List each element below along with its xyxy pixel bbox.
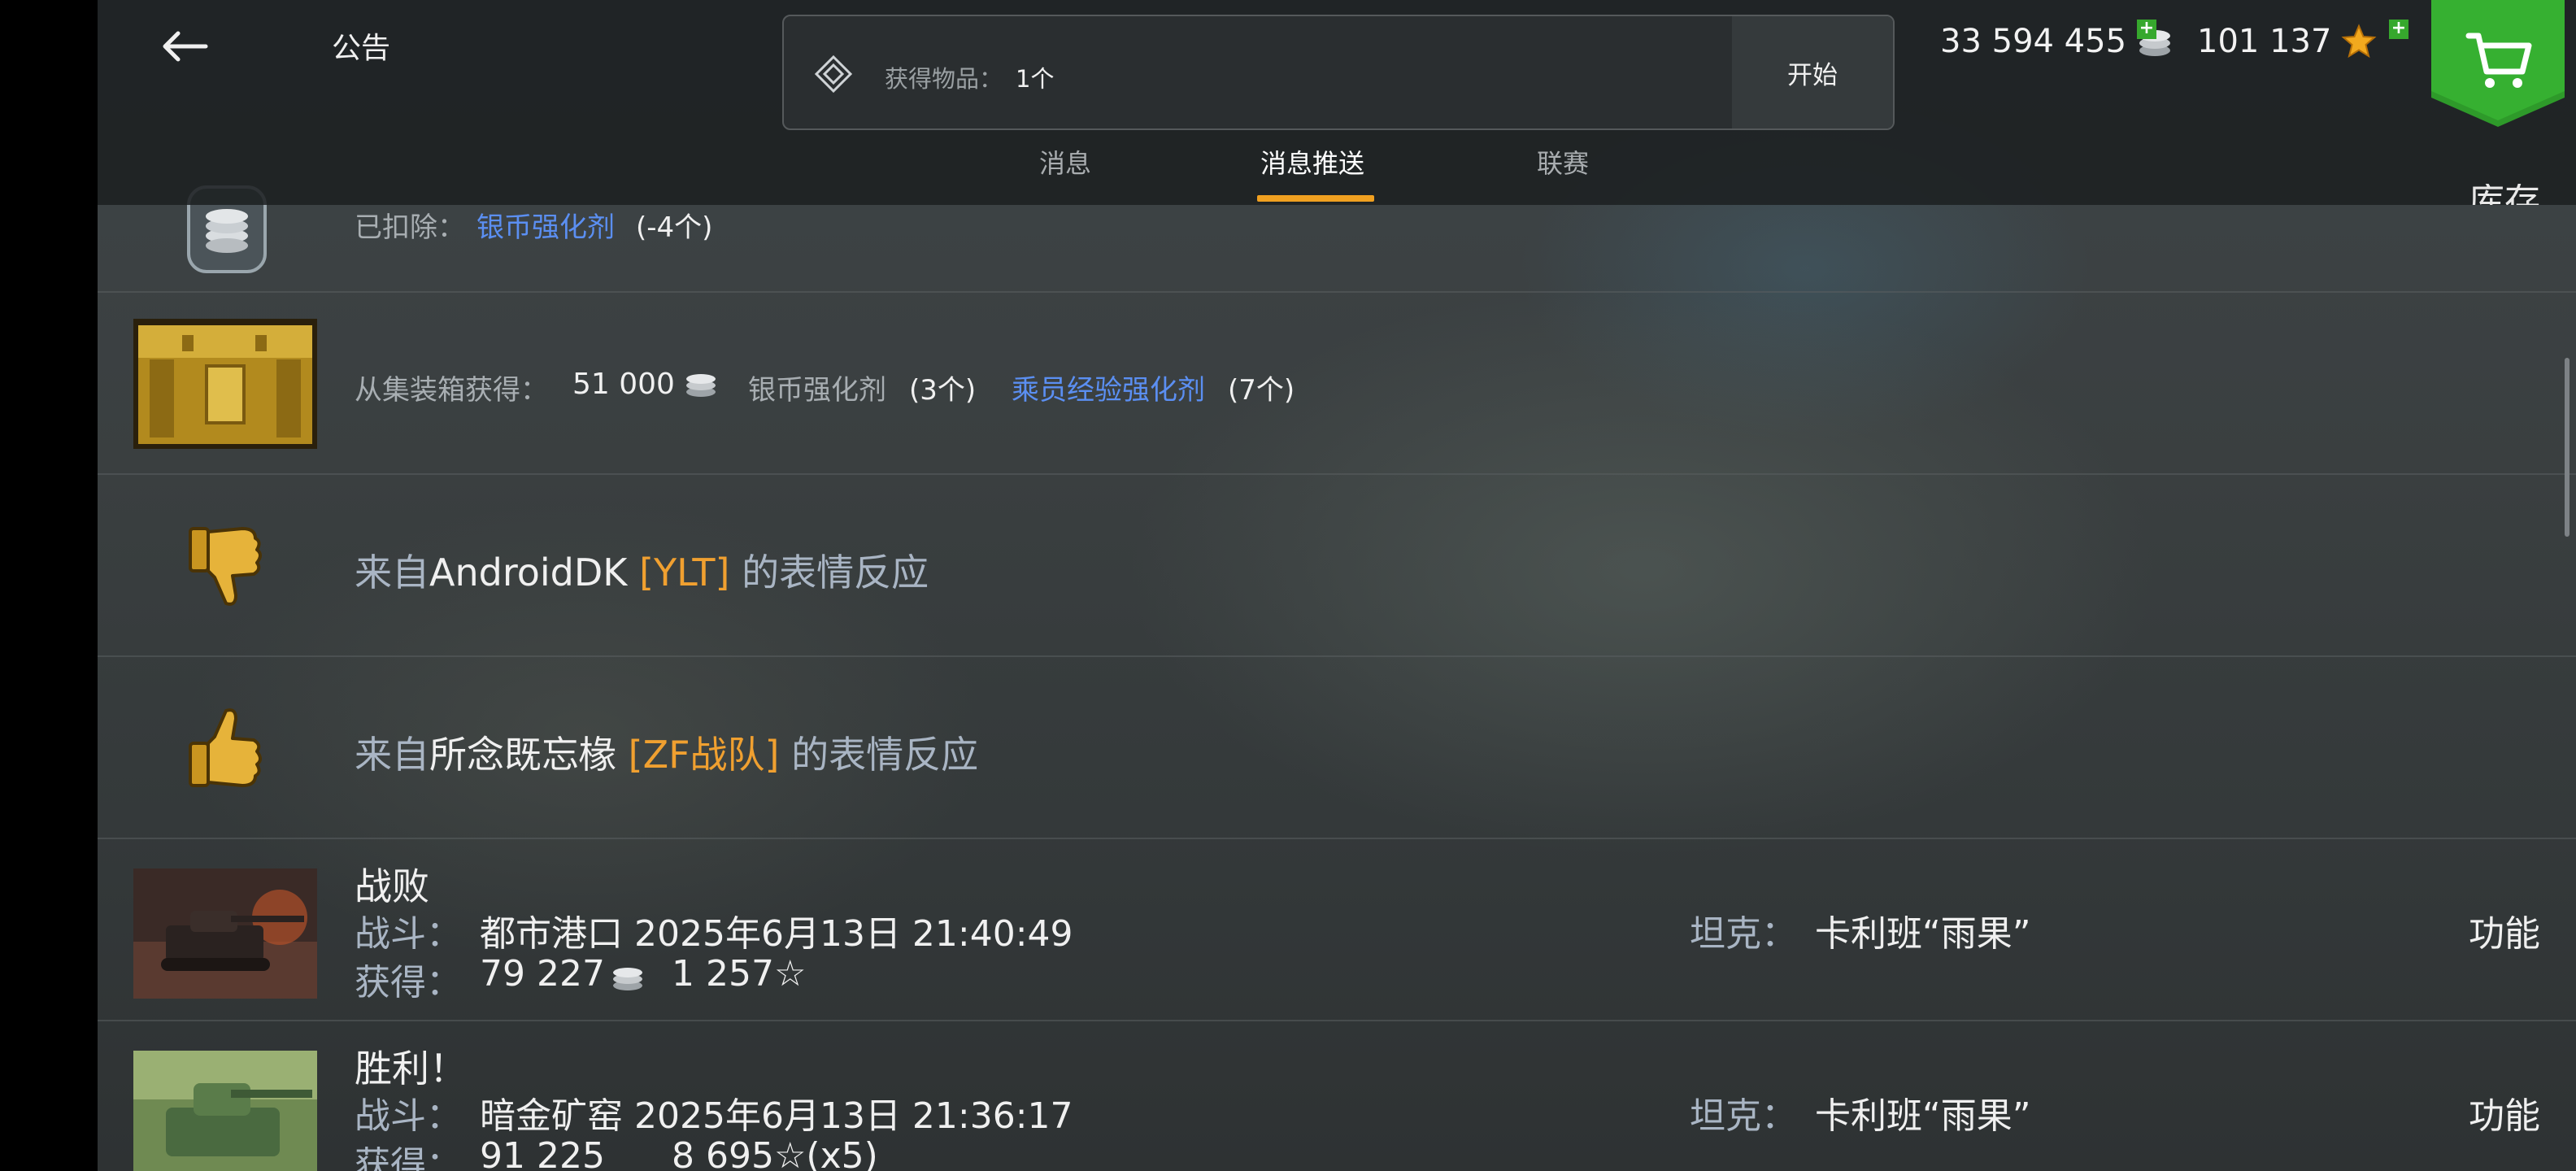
reaction2-text-group: 来自所念既忘椽 [ZF战队] 的表情反应 xyxy=(355,725,978,779)
reaction2-clan: [ZF战队] xyxy=(628,733,780,777)
start-button[interactable]: 开始 xyxy=(1732,16,1893,128)
list-item-battle-victory[interactable]: 胜利！ 战斗： 暗金矿窑 2025年6月13日 21:36:17 获得： 91 … xyxy=(98,1021,2576,1171)
battle2-battle-label: 战斗： xyxy=(355,1095,462,1137)
list-item-container-reward[interactable]: 从集装箱获得： 51 000 银币强化剂 (3个) 乘员经验强化剂 (7个) xyxy=(98,293,2576,475)
container-item1: 银币强化剂 xyxy=(748,374,886,407)
container-qty1: (3个) xyxy=(909,374,977,407)
active-tab-indicator xyxy=(1257,195,1374,202)
shop-cart-button[interactable] xyxy=(2431,0,2565,130)
inventory-tab-partial[interactable]: 库存 xyxy=(2469,184,2540,205)
thumbs-down-icon xyxy=(189,527,262,606)
notification-banner[interactable]: 获得物品： 1个 开始 xyxy=(782,15,1895,130)
reaction2-prefix: 来自 xyxy=(355,733,429,777)
deducted-label: 已扣除： xyxy=(355,211,465,244)
top-bar: 公告 33 594 455 + + 101 137 + xyxy=(98,0,2576,205)
battle1-battle-value: 都市港口 2025年6月13日 21:40:49 xyxy=(480,913,1073,955)
gold-amount: 101 137 xyxy=(2197,23,2332,60)
battle-defeat-image xyxy=(133,868,317,999)
reaction1-prefix: 来自 xyxy=(355,551,429,594)
container-label: 从集装箱获得： xyxy=(355,374,548,407)
reaction1-player[interactable]: AndroidDK xyxy=(429,551,627,594)
battle2-tank-label: 坦克： xyxy=(1690,1095,1797,1137)
reaction1-suffix: 的表情反应 xyxy=(729,551,929,594)
battle1-xp: 1 257☆ xyxy=(672,953,807,995)
battle2-silver: 91 225 xyxy=(480,1135,605,1171)
left-black-bar xyxy=(0,0,98,1171)
reaction1-clan: [YLT] xyxy=(639,551,730,594)
container-item2-link[interactable]: 乘员经验强化剂 xyxy=(1012,368,1205,407)
list-item-reaction-like[interactable]: 来自所念既忘椽 [ZF战队] 的表情反应 xyxy=(98,657,2576,839)
battle-victory-image xyxy=(133,1051,317,1171)
silver-coin-icon xyxy=(613,968,642,990)
gold-star-icon xyxy=(2341,24,2377,59)
battle2-result: 胜利！ xyxy=(355,1047,467,1090)
deducted-item-link[interactable]: 银币强化剂 xyxy=(476,205,615,245)
battle1-battle-label: 战斗： xyxy=(355,913,462,955)
gold-currency[interactable]: 101 137 xyxy=(2197,23,2377,60)
tab-message-push[interactable]: 消息推送 xyxy=(1260,143,1364,181)
reaction2-player[interactable]: 所念既忘椽 xyxy=(429,733,616,777)
scrollbar[interactable] xyxy=(2565,358,2569,537)
deducted-qty: (-4个) xyxy=(636,211,713,244)
reaction2-suffix: 的表情反应 xyxy=(779,733,979,777)
battle2-battle-value: 暗金矿窑 2025年6月13日 21:36:17 xyxy=(480,1095,1073,1137)
battle1-tank-label: 坦克： xyxy=(1690,913,1797,955)
notification-value: 1个 xyxy=(1016,65,1055,93)
silver-coin-icon xyxy=(686,374,716,397)
battle1-silver: 79 227 xyxy=(480,953,605,995)
reward-diamond-icon xyxy=(814,54,853,94)
thumbs-up-icon xyxy=(189,708,262,787)
battle2-xp: 8 695☆(x5) xyxy=(672,1135,878,1171)
gold-container-image xyxy=(133,319,317,449)
back-button[interactable] xyxy=(148,18,221,75)
container-qty2: (7个) xyxy=(1228,374,1295,407)
battle1-earn-label: 获得： xyxy=(355,962,462,1003)
tab-messages[interactable]: 消息 xyxy=(1039,143,1091,181)
messages-screen: 已扣除： 银币强化剂 (-4个) 从集装箱获得： 51 000 银币强化剂 (3… xyxy=(98,0,2576,1171)
list-item-reaction-dislike[interactable]: 来自AndroidDK [YLT] 的表情反应 xyxy=(98,475,2576,657)
battle1-tank-value: 卡利班“雨果” xyxy=(1815,913,2031,955)
tab-league[interactable]: 联赛 xyxy=(1537,143,1589,181)
back-arrow-icon xyxy=(163,31,208,62)
add-gold-plus-icon[interactable]: + xyxy=(2389,20,2408,39)
battle2-action-button[interactable]: 功能 xyxy=(2469,1086,2540,1138)
silver-amount: 33 594 455 xyxy=(1940,23,2127,60)
battle1-result: 战败 xyxy=(355,864,429,908)
container-silver-value: 51 000 xyxy=(572,368,675,401)
reaction1-text-group: 来自AndroidDK [YLT] 的表情反应 xyxy=(355,543,929,597)
notification-label: 获得物品： xyxy=(885,65,1003,93)
add-silver-plus-icon[interactable]: + xyxy=(2137,20,2156,39)
page-title: 公告 xyxy=(332,32,391,65)
list-item-battle-defeat[interactable]: 战败 战斗： 都市港口 2025年6月13日 21:40:49 获得： 79 2… xyxy=(98,839,2576,1021)
battle2-tank-value: 卡利班“雨果” xyxy=(1815,1095,2031,1137)
battle1-action-button[interactable]: 功能 xyxy=(2469,904,2540,956)
battle2-earn-label: 获得： xyxy=(355,1144,462,1171)
